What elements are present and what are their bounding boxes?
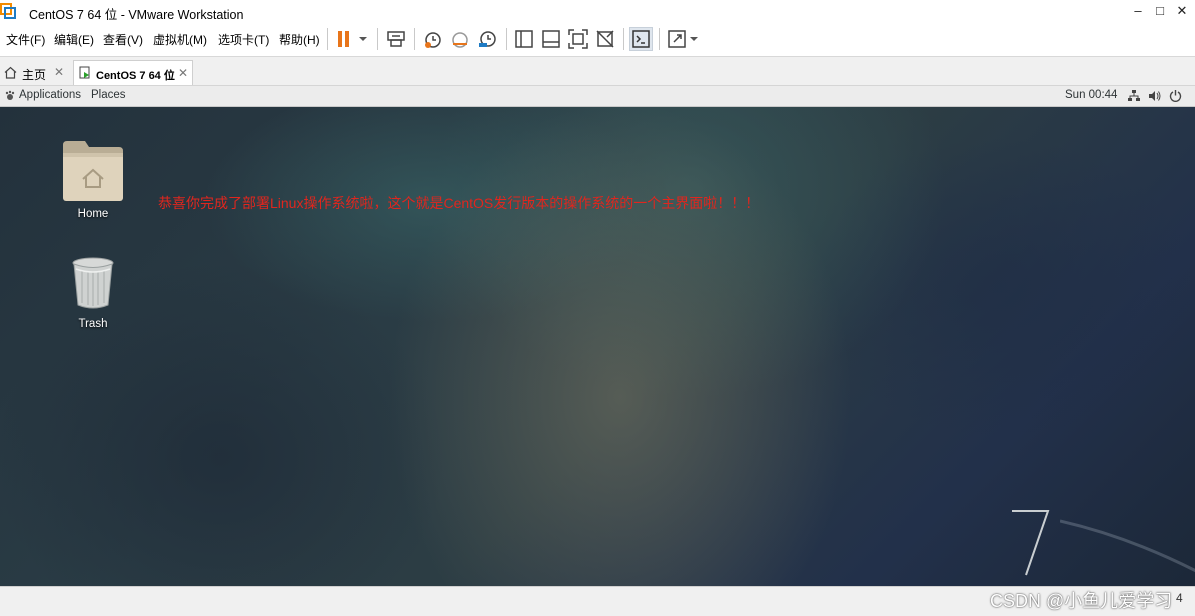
close-button[interactable]: ✕ [1171, 2, 1193, 20]
centos-seven-logo [1012, 510, 1050, 576]
thumbnail-icon [542, 30, 560, 48]
clock[interactable]: Sun 00:44 [1065, 89, 1117, 101]
status-bar: CSDN @小鱼儿爱学习 4 [0, 586, 1195, 616]
desktop-icon-home[interactable]: Home [53, 137, 133, 227]
tab-home[interactable]: 主页 ✕ [0, 60, 70, 85]
stretch-icon [668, 30, 698, 48]
revert-snapshot-button[interactable] [448, 27, 472, 51]
toolbar-separator [623, 28, 624, 50]
menu-help[interactable]: 帮助(H) [279, 31, 320, 48]
volume-icon[interactable] [1148, 90, 1161, 102]
desktop-icon-trash-label: Trash [78, 318, 108, 330]
full-screen-icon [568, 29, 588, 49]
snapshot-manager-icon [479, 31, 496, 47]
tab-home-label: 主页 [22, 68, 47, 82]
pause-button[interactable] [334, 27, 370, 51]
maximize-button[interactable]: □ [1149, 2, 1171, 20]
tab-centos-close-icon[interactable]: ✕ [178, 66, 188, 80]
toolbar-separator [377, 28, 378, 50]
menu-file[interactable]: 文件(F) [6, 31, 45, 48]
annotation-text: 恭喜你完成了部署Linux操作系统啦，这个就是CentOS发行版本的操作系统的一… [158, 195, 760, 211]
full-screen-button[interactable] [566, 27, 590, 51]
thumbnail-bar-button[interactable] [539, 27, 563, 51]
desktop-icon-trash[interactable]: Trash [53, 255, 133, 335]
send-keys-icon [387, 31, 405, 47]
wallpaper-swoosh [1060, 519, 1195, 573]
power-icon[interactable] [1169, 89, 1182, 102]
unity-button[interactable] [593, 27, 617, 51]
snapshot-icon [425, 32, 441, 48]
menu-tabs[interactable]: 选项卡(T) [218, 31, 269, 48]
unity-icon [596, 30, 614, 48]
stretch-guest-button[interactable] [666, 27, 702, 51]
gnome-foot-icon [5, 90, 15, 100]
home-icon [4, 66, 17, 79]
show-library-button[interactable] [512, 27, 536, 51]
take-snapshot-button[interactable] [421, 27, 445, 51]
window-title-bar: CentOS 7 64 位 - VMware Workstation – □ ✕ [0, 0, 1195, 22]
pause-icon [338, 31, 367, 47]
places-menu[interactable]: Places [91, 89, 126, 101]
network-icon[interactable] [1128, 90, 1140, 102]
toolbar-separator [414, 28, 415, 50]
snapshot-manager-button[interactable] [475, 27, 499, 51]
toolbar-separator [327, 28, 328, 50]
revert-snapshot-icon [452, 32, 468, 48]
applications-menu[interactable]: Applications [19, 89, 81, 101]
console-view-button[interactable] [629, 27, 653, 51]
menu-view[interactable]: 查看(V) [103, 31, 143, 48]
vm-icon [79, 66, 90, 79]
menu-edit[interactable]: 编辑(E) [54, 31, 94, 48]
tab-home-close-icon[interactable]: ✕ [54, 65, 64, 79]
window-title: CentOS 7 64 位 - VMware Workstation [29, 8, 244, 22]
gnome-top-panel: Applications Places Sun 00:44 [0, 86, 1195, 107]
tab-centos-vm[interactable]: CentOS 7 64 位 ✕ [73, 60, 193, 85]
toolbar-separator [506, 28, 507, 50]
trash-icon [72, 257, 114, 309]
menu-vm[interactable]: 虚拟机(M) [153, 31, 207, 48]
home-folder-icon [63, 141, 123, 201]
tab-bar: 主页 ✕ CentOS 7 64 位 ✕ [0, 57, 1195, 86]
vmware-app-icon [0, 3, 16, 19]
send-ctrl-alt-del-button[interactable] [384, 27, 408, 51]
tab-centos-label: CentOS 7 64 位 [96, 70, 175, 82]
desktop-icon-home-label: Home [77, 208, 109, 220]
toolbar-separator [659, 28, 660, 50]
library-icon [515, 30, 533, 48]
csdn-watermark: CSDN @小鱼儿爱学习 [990, 591, 1173, 611]
menu-toolbar: 文件(F) 编辑(E) 查看(V) 虚拟机(M) 选项卡(T) 帮助(H) [0, 22, 1195, 57]
guest-desktop[interactable]: Home Trash 恭喜你完成了部署Linux操作系统啦，这个就是CentOS… [0, 107, 1195, 586]
status-indicator: 4 [1176, 591, 1183, 605]
minimize-button[interactable]: – [1127, 2, 1149, 20]
terminal-icon [632, 30, 650, 48]
